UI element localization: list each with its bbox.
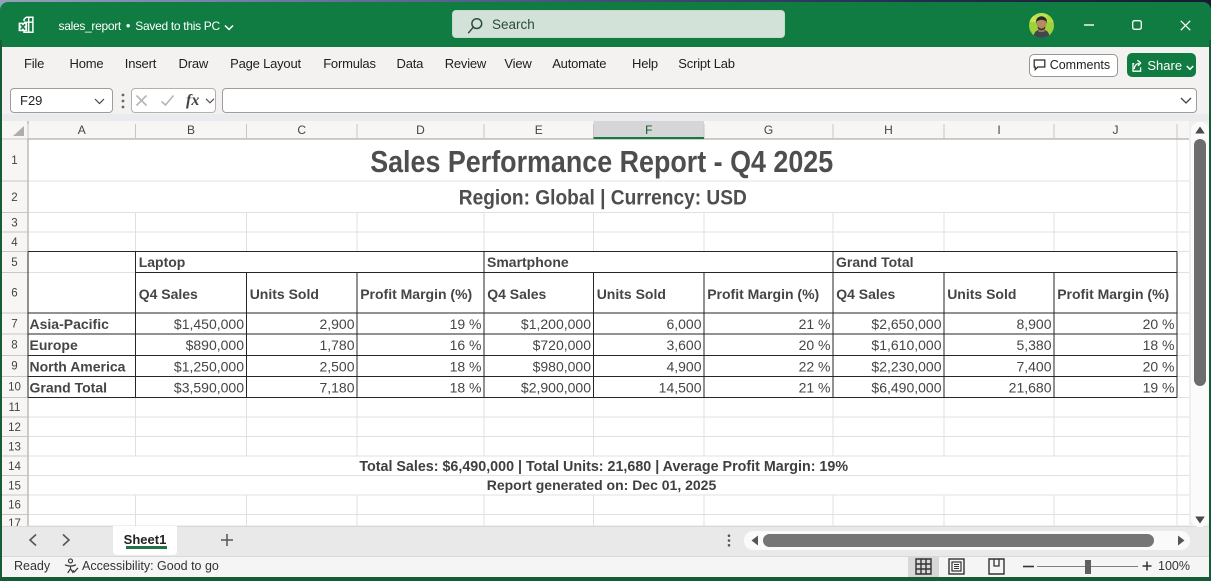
svg-text:E: E <box>535 123 543 137</box>
svg-text:2: 2 <box>11 192 17 204</box>
svg-text:Q4 Sales: Q4 Sales <box>487 286 546 302</box>
svg-text:18 %: 18 % <box>450 380 482 396</box>
svg-text:11: 11 <box>9 402 21 414</box>
svg-text:2,500: 2,500 <box>319 359 354 375</box>
svg-text:7,400: 7,400 <box>1016 359 1051 375</box>
svg-text:Q4 Sales: Q4 Sales <box>139 286 198 302</box>
svg-text:$890,000: $890,000 <box>186 337 245 353</box>
svg-text:18 %: 18 % <box>1143 337 1175 353</box>
svg-text:I: I <box>997 123 1000 137</box>
svg-text:Region: Global | Currency: USD: Region: Global | Currency: USD <box>459 187 747 210</box>
svg-text:5: 5 <box>11 257 17 269</box>
svg-text:7: 7 <box>11 319 17 331</box>
svg-text:Grand Total: Grand Total <box>836 254 914 270</box>
svg-text:B: B <box>187 123 195 137</box>
svg-text:16 %: 16 % <box>450 337 482 353</box>
svg-text:1,780: 1,780 <box>319 337 354 353</box>
svg-text:16: 16 <box>8 500 21 512</box>
svg-text:Smartphone: Smartphone <box>487 254 569 270</box>
svg-text:14: 14 <box>8 461 21 473</box>
svg-text:Report generated on: Dec 01, 2: Report generated on: Dec 01, 2025 <box>487 477 717 493</box>
svg-text:18 %: 18 % <box>450 359 482 375</box>
svg-text:$1,610,000: $1,610,000 <box>871 337 941 353</box>
svg-text:15: 15 <box>8 481 21 493</box>
svg-text:J: J <box>1113 123 1119 137</box>
svg-text:North America: North America <box>30 359 126 375</box>
svg-text:H: H <box>884 123 893 137</box>
svg-text:Sales Performance Report - Q4: Sales Performance Report - Q4 2025 <box>370 144 833 179</box>
svg-text:8,900: 8,900 <box>1016 316 1051 332</box>
svg-text:G: G <box>764 123 773 137</box>
svg-text:Laptop: Laptop <box>139 254 186 270</box>
svg-text:A: A <box>78 123 86 137</box>
svg-text:20 %: 20 % <box>1143 359 1175 375</box>
svg-text:5,380: 5,380 <box>1016 337 1051 353</box>
svg-text:21,680: 21,680 <box>1009 380 1052 396</box>
svg-text:Units Sold: Units Sold <box>947 286 1016 302</box>
svg-text:19 %: 19 % <box>1143 380 1175 396</box>
svg-text:3,600: 3,600 <box>666 337 701 353</box>
svg-text:10: 10 <box>8 382 21 394</box>
svg-text:13: 13 <box>8 442 21 454</box>
svg-text:$6,490,000: $6,490,000 <box>871 380 941 396</box>
svg-text:9: 9 <box>11 361 17 373</box>
svg-text:20 %: 20 % <box>799 337 831 353</box>
svg-text:$1,250,000: $1,250,000 <box>174 359 244 375</box>
svg-text:Asia-Pacific: Asia-Pacific <box>30 316 110 332</box>
svg-text:D: D <box>416 123 425 137</box>
svg-text:$2,230,000: $2,230,000 <box>871 359 941 375</box>
svg-text:2,900: 2,900 <box>319 316 354 332</box>
svg-text:F: F <box>645 123 652 137</box>
svg-text:19 %: 19 % <box>450 316 482 332</box>
svg-text:12: 12 <box>8 422 21 434</box>
svg-text:$2,900,000: $2,900,000 <box>521 380 591 396</box>
svg-text:Profit Margin (%): Profit Margin (%) <box>707 286 819 302</box>
svg-text:4: 4 <box>11 237 18 249</box>
svg-text:Units Sold: Units Sold <box>597 286 666 302</box>
svg-text:Units Sold: Units Sold <box>250 286 319 302</box>
svg-text:6,000: 6,000 <box>666 316 701 332</box>
svg-text:6: 6 <box>11 288 17 300</box>
svg-text:C: C <box>297 123 306 137</box>
svg-text:$980,000: $980,000 <box>533 359 592 375</box>
svg-text:$720,000: $720,000 <box>533 337 592 353</box>
svg-text:21 %: 21 % <box>799 316 831 332</box>
svg-text:22 %: 22 % <box>799 359 831 375</box>
svg-text:$1,450,000: $1,450,000 <box>174 316 244 332</box>
svg-text:$2,650,000: $2,650,000 <box>871 316 941 332</box>
svg-text:Profit Margin (%): Profit Margin (%) <box>360 286 472 302</box>
svg-text:Q4 Sales: Q4 Sales <box>836 286 895 302</box>
svg-text:7,180: 7,180 <box>319 380 354 396</box>
svg-text:4,900: 4,900 <box>666 359 701 375</box>
svg-text:17: 17 <box>8 518 21 526</box>
svg-text:14,500: 14,500 <box>659 380 702 396</box>
svg-text:8: 8 <box>11 340 17 352</box>
svg-text:3: 3 <box>11 218 17 230</box>
svg-text:20 %: 20 % <box>1143 316 1175 332</box>
svg-text:21 %: 21 % <box>799 380 831 396</box>
svg-text:$1,200,000: $1,200,000 <box>521 316 591 332</box>
svg-text:Profit Margin (%): Profit Margin (%) <box>1057 286 1169 302</box>
svg-text:Grand Total: Grand Total <box>30 380 108 396</box>
svg-text:1: 1 <box>11 155 17 167</box>
svg-text:$3,590,000: $3,590,000 <box>174 380 244 396</box>
svg-text:Total Sales: $6,490,000 | Tota: Total Sales: $6,490,000 | Total Units: 2… <box>359 459 848 475</box>
svg-text:Europe: Europe <box>30 337 78 353</box>
